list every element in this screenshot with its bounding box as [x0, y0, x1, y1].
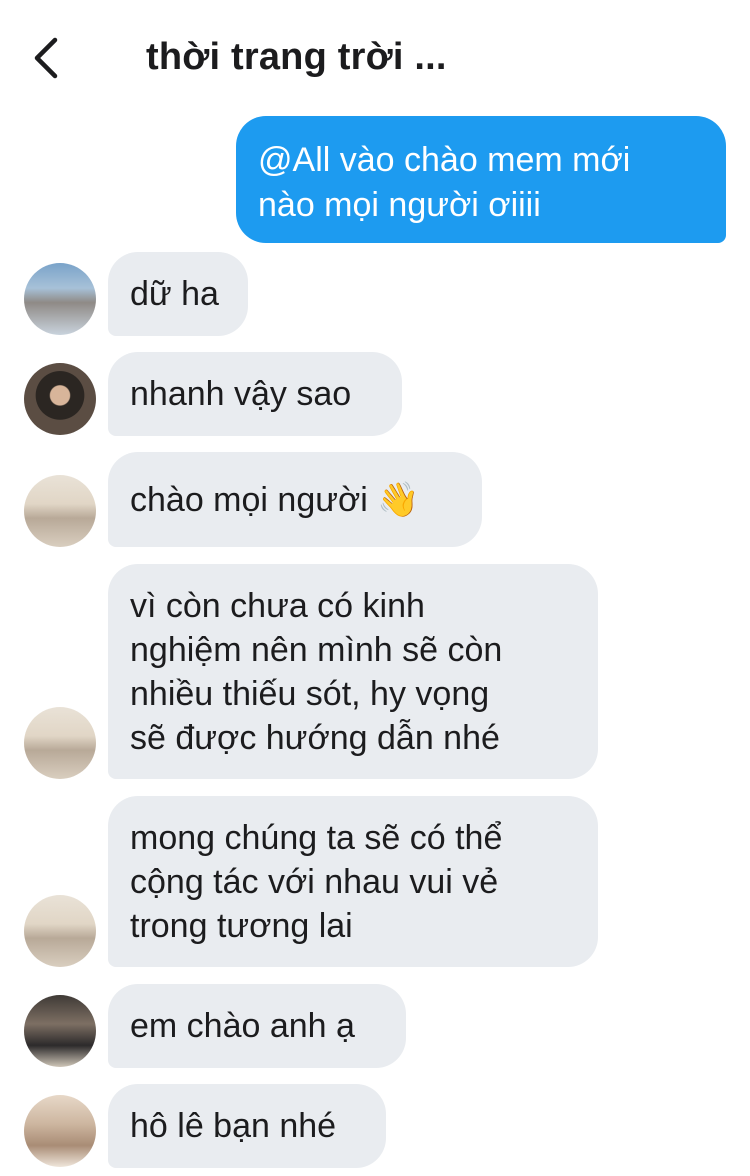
message-line: trong tương lai: [130, 907, 353, 945]
message-line: cộng tác với nhau vui vẻ: [130, 863, 499, 901]
incoming-message-bubble[interactable]: dữ ha: [108, 252, 248, 336]
avatar[interactable]: [24, 995, 96, 1067]
incoming-message-bubble[interactable]: em chào anh ạ: [108, 984, 406, 1068]
incoming-message-bubble[interactable]: nhanh vậy sao: [108, 352, 402, 436]
message-line: nào mọi người ơiiii: [258, 186, 541, 224]
message-line: nhanh vậy sao: [130, 375, 352, 413]
chat-title[interactable]: thời trang trời ...: [146, 36, 616, 79]
avatar[interactable]: [24, 363, 96, 435]
incoming-message-row: mong chúng ta sẽ có thể cộng tác với nha…: [0, 796, 750, 968]
chevron-left-icon: [34, 37, 58, 79]
avatar[interactable]: [24, 475, 96, 547]
message-line: em chào anh ạ: [130, 1007, 355, 1045]
incoming-message-bubble[interactable]: mong chúng ta sẽ có thể cộng tác với nha…: [108, 796, 598, 967]
message-line: chào mọi người 👋: [130, 481, 420, 519]
message-line: nghiệm nên mình sẽ còn: [130, 631, 503, 669]
incoming-message-bubble[interactable]: vì còn chưa có kinh nghiệm nên mình sẽ c…: [108, 564, 598, 779]
avatar[interactable]: [24, 707, 96, 779]
incoming-message-bubble[interactable]: chào mọi người 👋: [108, 452, 482, 547]
incoming-message-row: dữ ha: [0, 252, 750, 338]
avatar[interactable]: [24, 895, 96, 967]
outgoing-message-bubble[interactable]: @All vào chào mem mới nào mọi người ơiii…: [236, 116, 726, 243]
back-button[interactable]: [22, 30, 70, 86]
incoming-message-bubble[interactable]: hô lê bạn nhé: [108, 1084, 386, 1168]
message-line: sẽ được hướng dẫn nhé: [130, 719, 500, 757]
chat-header: thời trang trời ...: [0, 0, 750, 110]
message-line: hô lê bạn nhé: [130, 1107, 337, 1145]
message-line: @All vào chào mem mới: [258, 141, 631, 179]
message-line: dữ ha: [130, 275, 219, 313]
incoming-message-row: em chào anh ạ: [0, 984, 750, 1070]
avatar[interactable]: [24, 1095, 96, 1167]
incoming-message-row: hô lê bạn nhé: [0, 1084, 750, 1176]
chat-screen: thời trang trời ... @All vào chào mem mớ…: [0, 0, 750, 1176]
message-line: nhiều thiếu sót, hy vọng: [130, 675, 490, 713]
incoming-message-row: vì còn chưa có kinh nghiệm nên mình sẽ c…: [0, 564, 750, 780]
message-line: mong chúng ta sẽ có thể: [130, 819, 503, 857]
avatar[interactable]: [24, 263, 96, 335]
message-line: vì còn chưa có kinh: [130, 587, 425, 625]
incoming-message-row: nhanh vậy sao: [0, 352, 750, 438]
incoming-message-row: chào mọi người 👋: [0, 452, 750, 548]
